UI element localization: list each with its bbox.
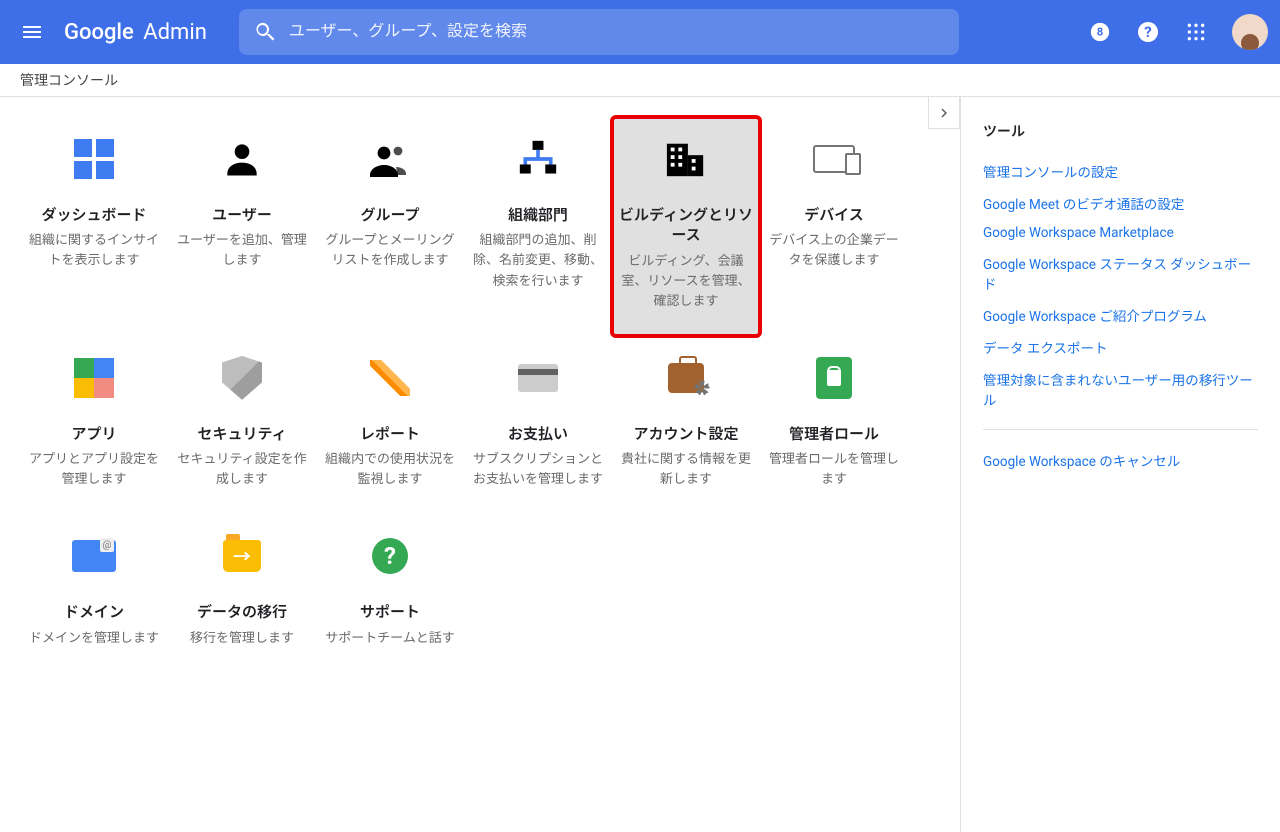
tool-link[interactable]: Google Workspace Marketplace <box>983 219 1258 247</box>
tile-domains[interactable]: ドメインドメインを管理します <box>20 514 168 672</box>
tile-title: ダッシュボード <box>41 205 146 225</box>
tile-desc: ユーザーを追加、管理します <box>172 231 312 271</box>
domains-icon <box>70 532 118 580</box>
tile-title: サポート <box>360 602 420 622</box>
search-box[interactable] <box>239 9 959 55</box>
devices-icon <box>810 135 858 183</box>
menu-icon[interactable] <box>12 12 52 52</box>
logo[interactable]: Google Admin <box>64 20 207 45</box>
logo-admin: Admin <box>143 20 207 45</box>
breadcrumb-text: 管理コンソール <box>20 70 118 90</box>
sidebar-title: ツール <box>983 121 1258 141</box>
tool-link[interactable]: 管理対象に含まれないユーザー用の移行ツール <box>983 363 1258 415</box>
tile-desc: 貴社に関する情報を更新します <box>616 450 756 490</box>
tile-desc: デバイス上の企業データを保護します <box>764 231 904 271</box>
migration-icon <box>218 532 266 580</box>
tool-link[interactable]: Google Workspace のキャンセル <box>983 444 1258 476</box>
tile-desc: 組織部門の追加、削除、名前変更、移動、検索を行います <box>468 231 608 291</box>
orgunits-icon <box>514 135 562 183</box>
tools-sidebar: ツール 管理コンソールの設定Google Meet のビデオ通話の設定Googl… <box>960 97 1280 832</box>
tile-desc: 管理者ロールを管理します <box>764 450 904 490</box>
tile-adminroles[interactable]: 管理者ロール管理者ロールを管理します <box>760 336 908 515</box>
tile-buildings[interactable]: ビルディングとリソースビルディング、会議室、リソースを管理、確認します <box>612 117 760 336</box>
account-switcher-icon[interactable]: 8 <box>1080 12 1120 52</box>
tile-title: 組織部門 <box>508 205 568 225</box>
tile-devices[interactable]: デバイスデバイス上の企業データを保護します <box>760 117 908 336</box>
tile-desc: 組織内での使用状況を監視します <box>320 450 460 490</box>
groups-icon <box>366 135 414 183</box>
tile-desc: ドメインを管理します <box>25 629 163 649</box>
reports-icon <box>366 354 414 402</box>
tool-link[interactable]: データ エクスポート <box>983 331 1258 363</box>
tile-title: グループ <box>360 205 419 225</box>
tool-link[interactable]: 管理コンソールの設定 <box>983 155 1258 187</box>
tool-link[interactable]: Google Workspace ステータス ダッシュボード <box>983 247 1258 299</box>
tile-title: ドメイン <box>64 602 124 622</box>
tile-desc: セキュリティ設定を作成します <box>172 450 312 490</box>
tile-desc: グループとメーリング リストを作成します <box>320 231 460 271</box>
tile-orgunits[interactable]: 組織部門組織部門の追加、削除、名前変更、移動、検索を行います <box>464 117 612 336</box>
help-icon[interactable]: ? <box>1128 12 1168 52</box>
tool-link[interactable]: Google Workspace ご紹介プログラム <box>983 299 1258 331</box>
tile-billing[interactable]: お支払いサブスクリプションとお支払いを管理します <box>464 336 612 515</box>
tool-link[interactable]: Google Meet のビデオ通話の設定 <box>983 187 1258 219</box>
app-header: Google Admin 8 ? <box>0 0 1280 64</box>
tile-desc: アプリとアプリ設定を管理します <box>24 450 164 490</box>
tile-account[interactable]: アカウント設定貴社に関する情報を更新します <box>612 336 760 515</box>
billing-icon <box>514 354 562 402</box>
support-icon: ? <box>366 532 414 580</box>
users-icon <box>218 135 266 183</box>
tile-title: セキュリティ <box>197 424 286 444</box>
adminroles-icon <box>810 354 858 402</box>
tile-security[interactable]: セキュリティセキュリティ設定を作成します <box>168 336 316 515</box>
tile-title: お支払い <box>508 424 568 444</box>
tile-title: レポート <box>360 424 420 444</box>
dashboard-icon <box>70 135 118 183</box>
svg-text:8: 8 <box>1097 26 1103 39</box>
buildings-icon <box>662 135 710 183</box>
tile-users[interactable]: ユーザーユーザーを追加、管理します <box>168 117 316 336</box>
account-icon <box>662 354 710 402</box>
tile-support[interactable]: ? サポートサポートチームと話す <box>316 514 464 672</box>
search-icon <box>253 20 277 44</box>
main-grid: ダッシュボード組織に関するインサイトを表示しますユーザーユーザーを追加、管理しま… <box>0 97 960 832</box>
apps-grid-icon[interactable] <box>1176 12 1216 52</box>
tile-migration[interactable]: データの移行移行を管理します <box>168 514 316 672</box>
breadcrumb: 管理コンソール <box>0 64 1280 97</box>
avatar[interactable] <box>1232 14 1268 50</box>
logo-google: Google <box>64 20 134 45</box>
tile-desc: 組織に関するインサイトを表示します <box>24 231 164 271</box>
tile-title: ビルディングとリソース <box>616 205 756 246</box>
tile-title: データの移行 <box>197 602 287 622</box>
tile-groups[interactable]: グループグループとメーリング リストを作成します <box>316 117 464 336</box>
security-icon <box>218 354 266 402</box>
svg-text:?: ? <box>1144 23 1151 41</box>
tile-apps[interactable]: アプリアプリとアプリ設定を管理します <box>20 336 168 515</box>
tile-desc: ビルディング、会議室、リソースを管理、確認します <box>616 252 756 312</box>
tile-title: アプリ <box>71 424 116 444</box>
tile-dashboard[interactable]: ダッシュボード組織に関するインサイトを表示します <box>20 117 168 336</box>
tile-reports[interactable]: レポート組織内での使用状況を監視します <box>316 336 464 515</box>
tile-title: デバイス <box>804 205 864 225</box>
tile-desc: サブスクリプションとお支払いを管理します <box>468 450 608 490</box>
search-input[interactable] <box>289 23 951 41</box>
apps-icon <box>70 354 118 402</box>
tile-desc: 移行を管理します <box>186 629 298 649</box>
tile-title: アカウント設定 <box>633 424 738 444</box>
tile-desc: サポートチームと話す <box>321 629 459 649</box>
tile-title: ユーザー <box>212 205 272 225</box>
collapse-sidebar-icon[interactable] <box>928 97 960 129</box>
tile-title: 管理者ロール <box>789 424 879 444</box>
